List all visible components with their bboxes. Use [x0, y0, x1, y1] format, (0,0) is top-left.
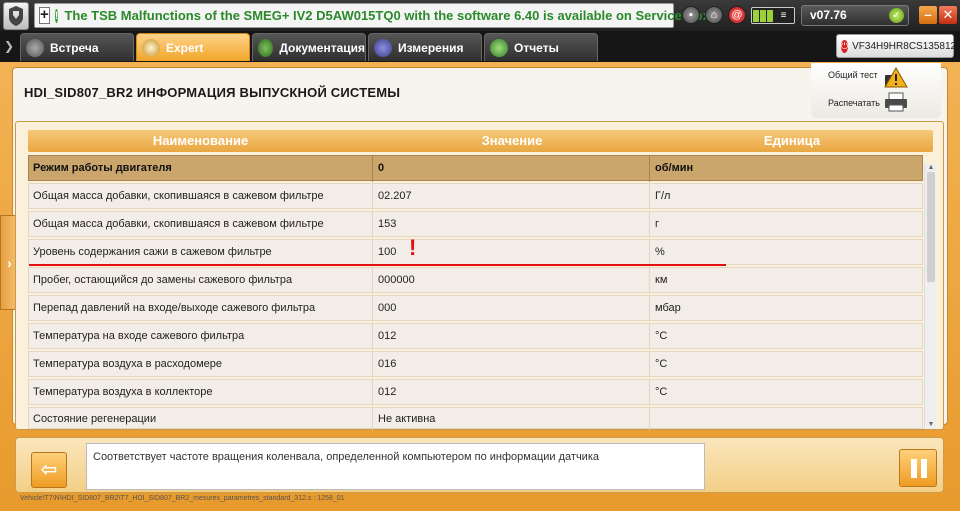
- tab-label: Отчеты: [514, 40, 559, 55]
- warning-test-icon[interactable]: [883, 67, 909, 89]
- cell-name: Температура воздуха в расходомере: [29, 352, 373, 378]
- cell-value: 02.207: [374, 184, 650, 210]
- measurement-icon: [374, 38, 392, 57]
- column-header-value[interactable]: Значение: [373, 130, 651, 152]
- vin-text: VF34H9HR8CS135812: [852, 40, 957, 52]
- house-icon[interactable]: ⌂: [705, 6, 723, 24]
- cell-value: Не активна: [374, 408, 650, 430]
- version-text: v07.76: [810, 8, 847, 22]
- tab-reports[interactable]: Отчеты: [484, 33, 598, 61]
- pause-icon: [911, 459, 917, 478]
- scroll-thumb[interactable]: [927, 172, 935, 282]
- column-header-unit[interactable]: Единица: [651, 130, 933, 152]
- tab-bar: ❯ Встреча Expert Документация Измерения …: [0, 31, 960, 62]
- cell-value: 0: [374, 156, 650, 182]
- pause-button[interactable]: [899, 449, 937, 487]
- bottom-bar: ⇦ Соответствует частоте вращения коленва…: [15, 437, 944, 493]
- scroll-up-icon[interactable]: ▲: [925, 164, 937, 172]
- cell-value: 000000: [374, 268, 650, 294]
- cell-name: Режим работы двигателя: [29, 156, 373, 182]
- table-row[interactable]: Уровень содержания сажи в сажевом фильтр…: [28, 239, 923, 266]
- system-icons: ▪ ⌂ @: [682, 6, 746, 24]
- cell-name: Пробег, остающийся до замены сажевого фи…: [29, 268, 373, 294]
- power-icon: ⏻: [841, 39, 849, 53]
- table-row[interactable]: Общая масса добавки, скопившаяся в сажев…: [28, 183, 923, 210]
- status-ok-icon: ✓: [889, 8, 904, 23]
- chevron-down-icon[interactable]: ❯: [0, 31, 18, 61]
- annotation-underline: [29, 264, 726, 266]
- tab-label: Измерения: [398, 40, 464, 55]
- cell-unit: об/мин: [655, 162, 694, 174]
- page-title: HDI_SID807_BR2 ИНФОРМАЦИЯ ВЫПУСКНОЙ СИСТ…: [24, 85, 401, 100]
- table-header: Наименование Значение Единица: [28, 130, 933, 152]
- cell-value: 016: [374, 352, 650, 378]
- parameter-description: Соответствует частоте вращения коленвала…: [86, 443, 705, 490]
- cell-unit: км: [655, 274, 668, 286]
- close-button[interactable]: ✕: [939, 6, 957, 24]
- cell-name: Общая масса добавки, скопившаяся в сажев…: [29, 184, 373, 210]
- magnifier-icon: [142, 38, 160, 57]
- table-row[interactable]: Температура на входе сажевого фильтра 01…: [28, 323, 923, 350]
- reports-icon: [490, 38, 508, 57]
- scroll-down-icon[interactable]: ▼: [925, 421, 937, 429]
- tab-label: Expert: [166, 40, 204, 55]
- version-label: v07.76 ✓: [801, 5, 909, 26]
- global-test-button[interactable]: Общий тест: [828, 70, 878, 80]
- cell-unit: Г/л: [655, 190, 671, 202]
- tab-label: Документация: [279, 40, 365, 55]
- documentation-icon: [258, 38, 274, 57]
- script-path: Vehicle\T7\N\HDI_SID807_BR2\T7_HDI_SID80…: [20, 495, 345, 502]
- arrow-left-icon: ⇦: [40, 459, 58, 481]
- email-icon[interactable]: @: [728, 6, 746, 24]
- cell-unit: %: [655, 246, 665, 258]
- action-panel: Общий тест Распечатать: [811, 63, 941, 118]
- print-button[interactable]: Распечатать: [828, 98, 880, 108]
- cell-name: Перепад давлений на входе/выходе сажевог…: [29, 296, 373, 322]
- tab-label: Встреча: [50, 40, 99, 55]
- table-row[interactable]: Температура воздуха в коллекторе 012 °C: [28, 379, 923, 406]
- cell-name: Температура на входе сажевого фильтра: [29, 324, 373, 350]
- cell-unit: [651, 408, 923, 430]
- cell-value: 012: [374, 380, 650, 406]
- cell-name: Уровень содержания сажи в сажевом фильтр…: [29, 240, 373, 266]
- table-row[interactable]: Общая масса добавки, скопившаяся в сажев…: [28, 211, 923, 238]
- cell-name: Температура воздуха в коллекторе: [29, 380, 373, 406]
- info-dot-icon: !: [54, 8, 59, 23]
- cell-value: 000: [374, 296, 650, 322]
- cell-name: Общая масса добавки, скопившаяся в сажев…: [29, 212, 373, 238]
- cell-name: Состояние регенерации: [29, 408, 373, 430]
- back-button[interactable]: ⇦: [31, 452, 67, 488]
- table-row[interactable]: Состояние регенерации Не активна: [28, 407, 923, 430]
- minimize-button[interactable]: –: [919, 6, 937, 24]
- table-scrollbar[interactable]: ▲ ▼: [924, 164, 936, 429]
- table-row[interactable]: Пробег, остающийся до замены сажевого фи…: [28, 267, 923, 294]
- tab-documentation[interactable]: Документация: [252, 33, 366, 61]
- meeting-icon: [26, 38, 44, 57]
- cell-unit: г: [655, 218, 660, 230]
- cell-value: 012: [374, 324, 650, 350]
- tab-measurements[interactable]: Измерения: [368, 33, 482, 61]
- cell-unit: °C: [655, 386, 668, 398]
- notification-text: The TSB Malfunctions of the SMEG+ IV2 D5…: [64, 8, 710, 23]
- tab-meeting[interactable]: Встреча: [20, 33, 134, 61]
- notification-bar[interactable]: + ! The TSB Malfunctions of the SMEG+ IV…: [34, 3, 710, 28]
- expand-plus-icon[interactable]: +: [39, 7, 50, 24]
- cell-unit: °C: [655, 330, 668, 342]
- table-row[interactable]: Режим работы двигателя 0 об/мин: [28, 155, 923, 182]
- peugeot-logo-icon: [3, 2, 29, 30]
- cell-unit: °C: [655, 358, 668, 370]
- table-row[interactable]: Температура воздуха в расходомере 016 °C: [28, 351, 923, 378]
- connection-icon[interactable]: ▪: [682, 6, 700, 24]
- table-row[interactable]: Перепад давлений на входе/выходе сажевог…: [28, 295, 923, 322]
- vin-badge[interactable]: ⏻ VF34H9HR8CS135812: [836, 34, 957, 58]
- printer-icon[interactable]: [883, 91, 909, 113]
- annotation-exclamation: !: [409, 235, 417, 260]
- parameters-table: Наименование Значение Единица Режим рабо…: [15, 121, 944, 430]
- battery-indicator-icon: ≡: [751, 7, 795, 24]
- title-bar: + ! The TSB Malfunctions of the SMEG+ IV…: [0, 0, 960, 31]
- tab-expert[interactable]: Expert: [136, 33, 250, 61]
- column-header-name[interactable]: Наименование: [28, 130, 373, 152]
- cell-unit: мбар: [655, 302, 681, 314]
